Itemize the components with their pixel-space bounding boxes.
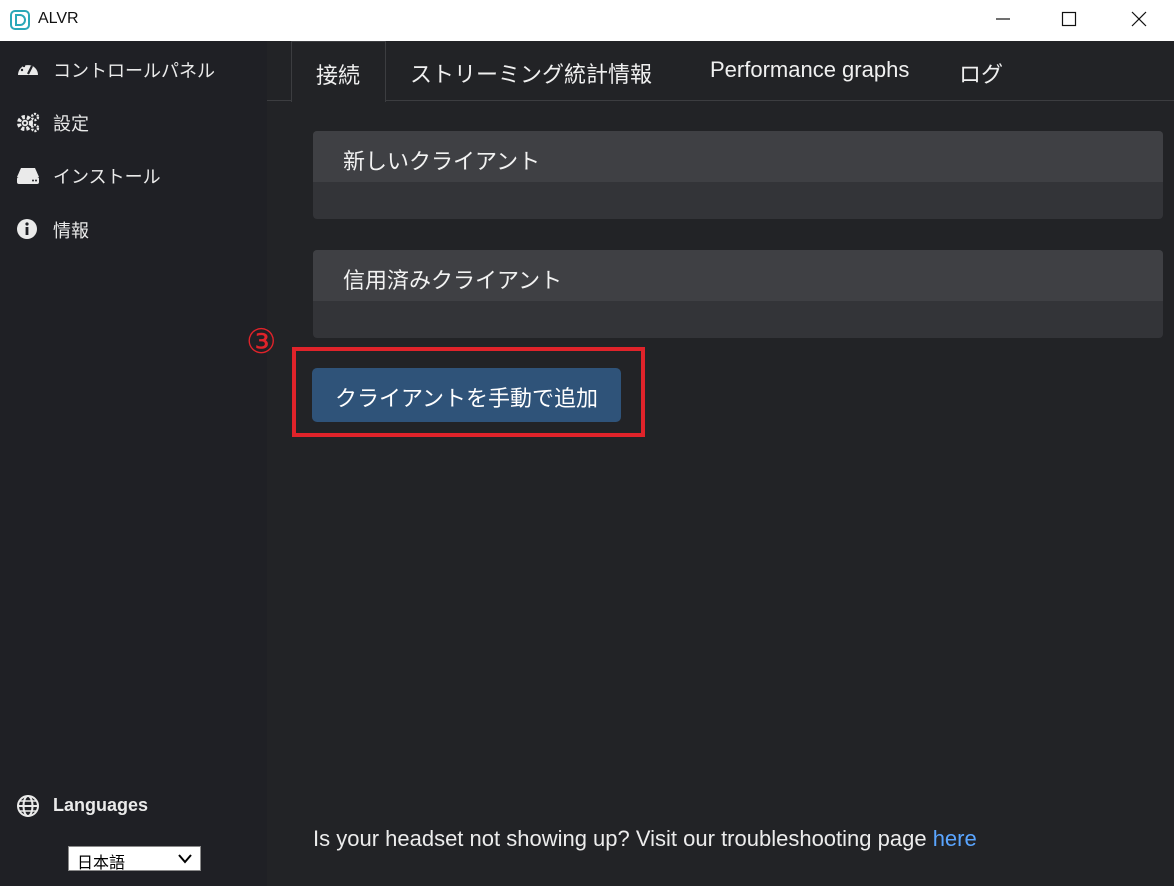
title-bar: ALVR	[0, 0, 1174, 41]
sidebar-item-label: 情報	[53, 221, 89, 242]
maximize-button[interactable]	[1046, 0, 1092, 38]
step-marker: ③	[246, 322, 277, 362]
language-select[interactable]: 日本語	[68, 846, 201, 872]
tab-label: ストリーミング統計情報	[410, 63, 653, 88]
chevron-down-icon	[178, 854, 192, 864]
globe-icon	[17, 795, 39, 817]
info-icon	[17, 219, 37, 239]
close-button[interactable]	[1116, 0, 1162, 38]
sidebar-item-label: インストール	[53, 167, 161, 188]
languages-heading: Languages	[0, 787, 267, 827]
languages-label: Languages	[53, 795, 149, 815]
sidebar-item-label: コントロールパネル	[53, 61, 215, 82]
window-title: ALVR	[38, 10, 79, 27]
add-client-manually-button[interactable]: クライアントを手動で追加	[312, 368, 621, 422]
panel-header: 信用済みクライアント	[313, 250, 1163, 301]
sidebar-item-settings[interactable]: 設定	[0, 102, 267, 142]
add-client-manually-label: クライアントを手動で追加	[334, 387, 599, 412]
dashboard-icon	[18, 62, 38, 75]
drive-icon	[17, 168, 39, 184]
new-clients-title: 新しいクライアント	[343, 150, 541, 175]
panel-header: 新しいクライアント	[313, 131, 1163, 182]
gears-icon	[17, 112, 40, 133]
troubleshooting-message: Is your headset not showing up? Visit ou…	[313, 826, 933, 851]
trusted-clients-panel: 信用済みクライアント	[313, 250, 1163, 338]
tab-label: ログ	[959, 63, 1004, 88]
tab-bar: 接続 ストリーミング統計情報 Performance graphs ログ	[267, 41, 1174, 102]
sidebar-item-install[interactable]: インストール	[0, 155, 267, 195]
tab-connection[interactable]: 接続	[291, 41, 386, 102]
minimize-icon	[996, 18, 1010, 20]
sidebar: コントロールパネル 設定 インストール 情報 Languages 日本語	[0, 41, 267, 886]
troubleshooting-link[interactable]: here	[933, 826, 977, 851]
tab-label: Performance graphs	[710, 57, 910, 82]
tab-label: 接続	[316, 64, 361, 89]
sidebar-item-info[interactable]: 情報	[0, 209, 267, 249]
language-select-value: 日本語	[77, 853, 126, 872]
sidebar-item-label: 設定	[53, 114, 89, 135]
alvr-logo-icon	[10, 10, 30, 30]
close-icon	[1131, 11, 1147, 27]
maximize-icon	[1061, 11, 1077, 27]
trusted-clients-title: 信用済みクライアント	[343, 269, 563, 294]
troubleshooting-text: Is your headset not showing up? Visit ou…	[313, 826, 977, 852]
new-clients-panel: 新しいクライアント	[313, 131, 1163, 219]
minimize-button[interactable]	[980, 0, 1026, 38]
sidebar-item-control-panel[interactable]: コントロールパネル	[0, 49, 267, 89]
